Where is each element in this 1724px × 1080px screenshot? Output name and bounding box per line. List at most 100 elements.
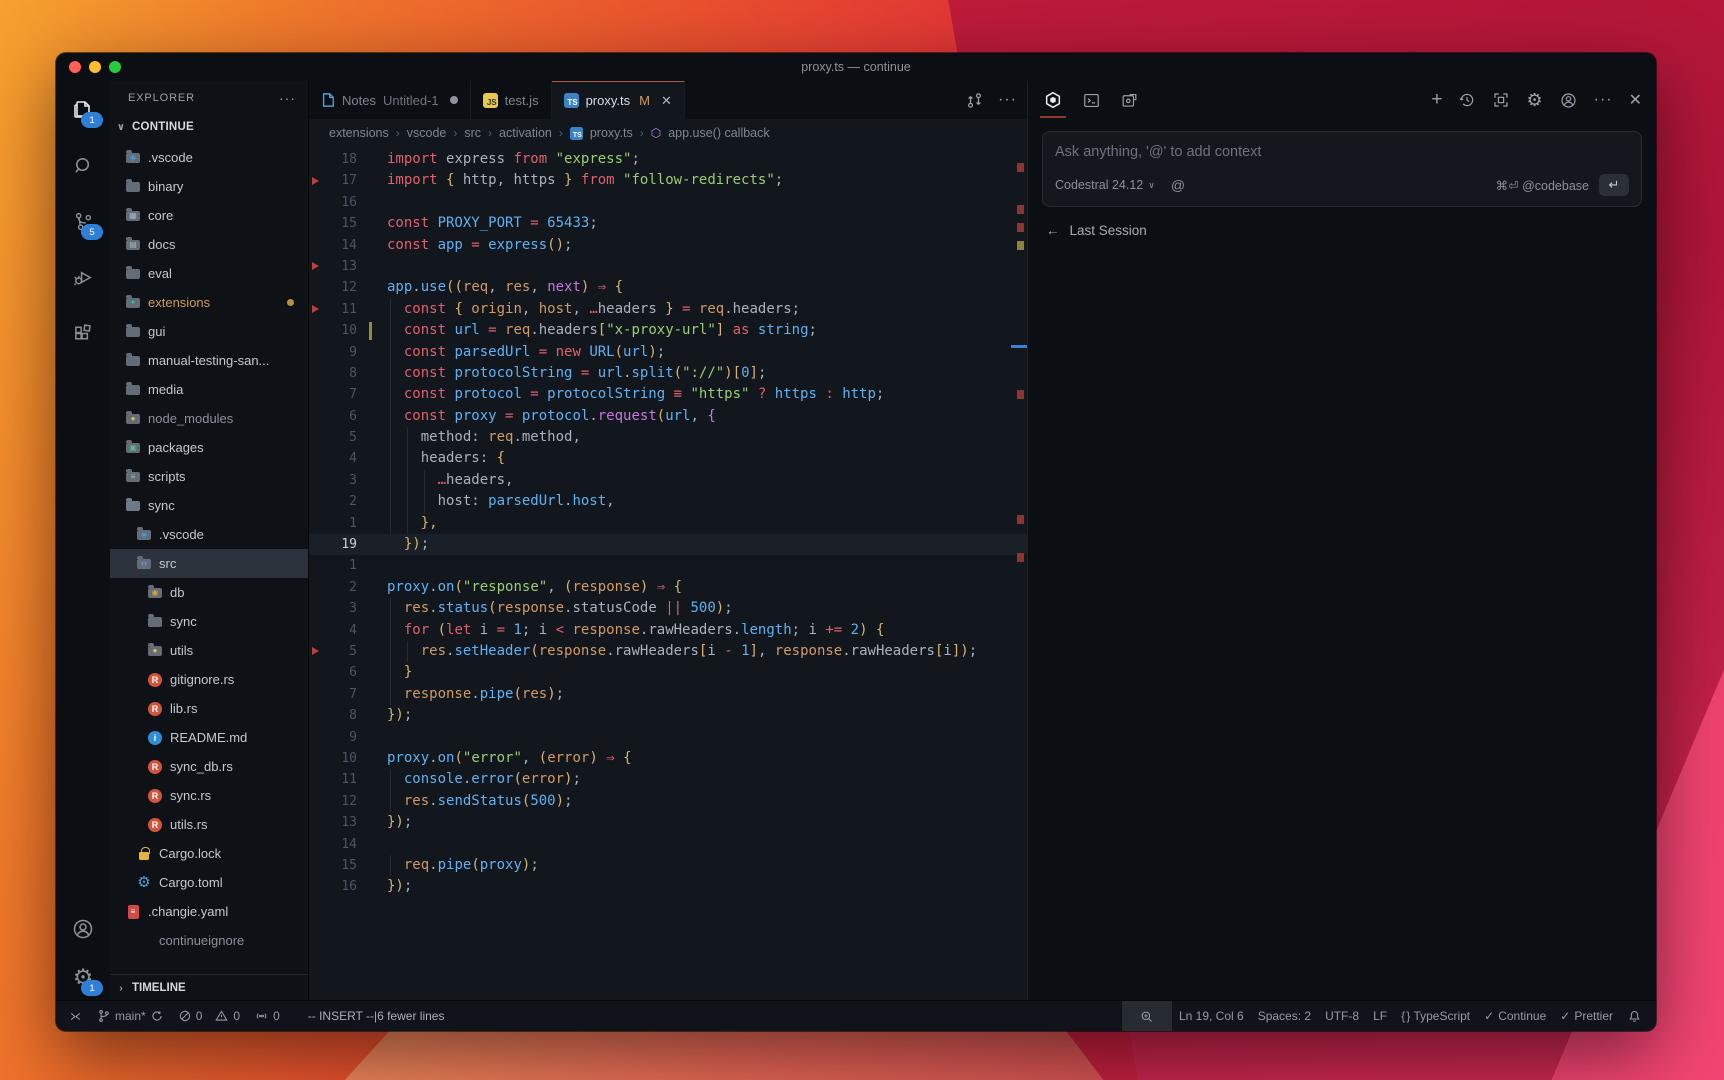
code-line[interactable]: 4 for (let i = 1; i < response.rawHeader…	[309, 620, 1027, 641]
git-branch-status[interactable]: main*	[90, 1001, 171, 1031]
workspace-section-header[interactable]: ∨ CONTINUE	[110, 115, 308, 139]
tree-item-sync[interactable]: sync	[110, 491, 308, 520]
language-status[interactable]: { } TypeScript	[1394, 1001, 1477, 1031]
tree-item-readme-md[interactable]: iREADME.md	[110, 723, 308, 752]
tree-item-scripts[interactable]: ≡scripts	[110, 462, 308, 491]
code-line[interactable]: 15const PROXY_PORT = 65433;	[309, 213, 1027, 234]
eol-status[interactable]: LF	[1366, 1001, 1394, 1031]
continue-status[interactable]: ✓ Continue	[1477, 1001, 1553, 1031]
code-line[interactable]: 16	[309, 192, 1027, 213]
tree-item-gui[interactable]: gui	[110, 317, 308, 346]
tree-item-extensions[interactable]: ✦extensions	[110, 288, 308, 317]
code-line[interactable]: 7 const protocol = protocolString ≡ "htt…	[309, 384, 1027, 405]
code-line[interactable]: 1 },	[309, 513, 1027, 534]
tree-item-binary[interactable]: binary	[110, 172, 308, 201]
code-line[interactable]: 13});	[309, 812, 1027, 833]
code-line[interactable]: 6 const proxy = protocol.request(url, {	[309, 406, 1027, 427]
code-line[interactable]: 11 const { origin, host, …headers } = re…	[309, 299, 1027, 320]
code-editor[interactable]: 18import express from "express";17import…	[309, 147, 1027, 1001]
tab-terminal[interactable]	[1080, 89, 1102, 111]
code-line[interactable]: 10proxy.on("error", (error) ⇒ {	[309, 748, 1027, 769]
notifications-button[interactable]	[1620, 1001, 1656, 1031]
sidebar-item-extensions[interactable]	[69, 319, 97, 347]
explorer-more-actions-button[interactable]: ···	[279, 90, 296, 106]
sidebar-item-run-debug[interactable]	[69, 263, 97, 291]
code-line[interactable]: 13	[309, 256, 1027, 277]
gear-icon[interactable]: ⚙	[1526, 91, 1542, 109]
tree-item--vscode[interactable]: ◈.vscode	[110, 520, 308, 549]
problems-status[interactable]: 0 0	[171, 1001, 247, 1031]
breadcrumb-item[interactable]: src	[464, 126, 481, 140]
breadcrumb-item[interactable]: extensions	[329, 126, 389, 140]
tab-proxyts[interactable]: TS proxy.ts M ✕	[552, 81, 685, 119]
code-line[interactable]: 11 console.error(error);	[309, 769, 1027, 790]
chat-input-box[interactable]: Ask anything, '@' to add context Codestr…	[1042, 131, 1642, 207]
tree-item-sync-rs[interactable]: Rsync.rs	[110, 781, 308, 810]
tree-item-lib-rs[interactable]: Rlib.rs	[110, 694, 308, 723]
fullscreen-icon[interactable]	[1492, 91, 1510, 109]
tree-item-cargo-toml[interactable]: ⚙Cargo.toml	[110, 868, 308, 897]
tree-item-utils-rs[interactable]: Rutils.rs	[110, 810, 308, 839]
model-selector[interactable]: Codestral 24.12 ∨	[1055, 178, 1155, 192]
history-icon[interactable]	[1458, 91, 1476, 109]
zoom-status[interactable]	[1122, 1001, 1172, 1031]
ports-status[interactable]: 0	[247, 1001, 287, 1031]
tab-testjs[interactable]: JS test.js	[471, 81, 552, 119]
code-line[interactable]: 5 res.setHeader(response.rawHeaders[i - …	[309, 641, 1027, 662]
code-line[interactable]: 8});	[309, 705, 1027, 726]
code-line[interactable]: 3 …headers,	[309, 470, 1027, 491]
code-line[interactable]: 16});	[309, 876, 1027, 897]
last-session-link[interactable]: ← Last Session	[1046, 223, 1656, 238]
code-line[interactable]: 6 }	[309, 662, 1027, 683]
code-line[interactable]: 5 method: req.method,	[309, 427, 1027, 448]
code-line[interactable]: 14	[309, 834, 1027, 855]
tree-item-db[interactable]: ◉db	[110, 578, 308, 607]
tree-item-docs[interactable]: ▤docs	[110, 230, 308, 259]
tree-item-utils[interactable]: ●utils	[110, 636, 308, 665]
prettier-status[interactable]: ✓ Prettier	[1553, 1001, 1620, 1031]
new-session-button[interactable]: +	[1431, 89, 1442, 111]
tab-continue-chat[interactable]	[1042, 89, 1064, 111]
timeline-section-header[interactable]: › TIMELINE	[110, 974, 308, 1001]
code-line[interactable]: 14const app = express();	[309, 235, 1027, 256]
tree-item--changie-yaml[interactable]: ≡.changie.yaml	[110, 897, 308, 926]
sidebar-item-explorer[interactable]: 1	[69, 95, 97, 123]
sidebar-item-source-control[interactable]: 5	[69, 207, 97, 235]
tree-item-manual-testing-san-[interactable]: manual-testing-san...	[110, 346, 308, 375]
code-line[interactable]: 8 const protocolString = url.split("://"…	[309, 363, 1027, 384]
code-line[interactable]: 2 host: parsedUrl.host,	[309, 491, 1027, 512]
code-line[interactable]: 7 response.pipe(res);	[309, 684, 1027, 705]
tree-item-cargo-lock[interactable]: Cargo.lock	[110, 839, 308, 868]
code-line[interactable]: 12app.use((req, res, next) ⇒ {	[309, 277, 1027, 298]
submit-button[interactable]: ↵	[1599, 174, 1629, 196]
tree-item-gitignore-rs[interactable]: Rgitignore.rs	[110, 665, 308, 694]
tree-item--vscode[interactable]: ◈.vscode	[110, 143, 308, 172]
panel-more-button[interactable]: ···	[1594, 91, 1613, 109]
indentation-status[interactable]: Spaces: 2	[1251, 1001, 1318, 1031]
breadcrumb-item[interactable]: vscode	[407, 126, 447, 140]
settings-button[interactable]: ⚙ 1	[69, 963, 97, 991]
close-panel-button[interactable]: ✕	[1629, 90, 1642, 110]
code-line[interactable]: 9 const parsedUrl = new URL(url);	[309, 342, 1027, 363]
tree-item-core[interactable]: ▦core	[110, 201, 308, 230]
tree-item-src[interactable]: ‹›src	[110, 549, 308, 578]
code-line[interactable]: 19 });	[309, 534, 1027, 555]
more-actions-button[interactable]: ···	[998, 91, 1017, 109]
account-button[interactable]	[69, 915, 97, 943]
tab-agent[interactable]	[1118, 89, 1140, 111]
breadcrumb-file[interactable]: proxy.ts	[590, 126, 633, 140]
breadcrumb-item[interactable]: activation	[499, 126, 552, 140]
code-line[interactable]: 9	[309, 727, 1027, 748]
tree-item-node-modules[interactable]: ●node_modules	[110, 404, 308, 433]
close-tab-button[interactable]: ✕	[661, 93, 672, 109]
tree-item-sync[interactable]: sync	[110, 607, 308, 636]
sidebar-item-search[interactable]	[69, 151, 97, 179]
code-line[interactable]: 18import express from "express";	[309, 149, 1027, 170]
breadcrumb-symbol[interactable]: app.use() callback	[668, 126, 769, 140]
code-line[interactable]: 15 req.pipe(proxy);	[309, 855, 1027, 876]
encoding-status[interactable]: UTF-8	[1318, 1001, 1366, 1031]
tree-item-eval[interactable]: eval	[110, 259, 308, 288]
code-line[interactable]: 3 res.status(response.statusCode || 500)…	[309, 598, 1027, 619]
code-line[interactable]: 1	[309, 555, 1027, 576]
cursor-position[interactable]: Ln 19, Col 6	[1172, 1001, 1251, 1031]
